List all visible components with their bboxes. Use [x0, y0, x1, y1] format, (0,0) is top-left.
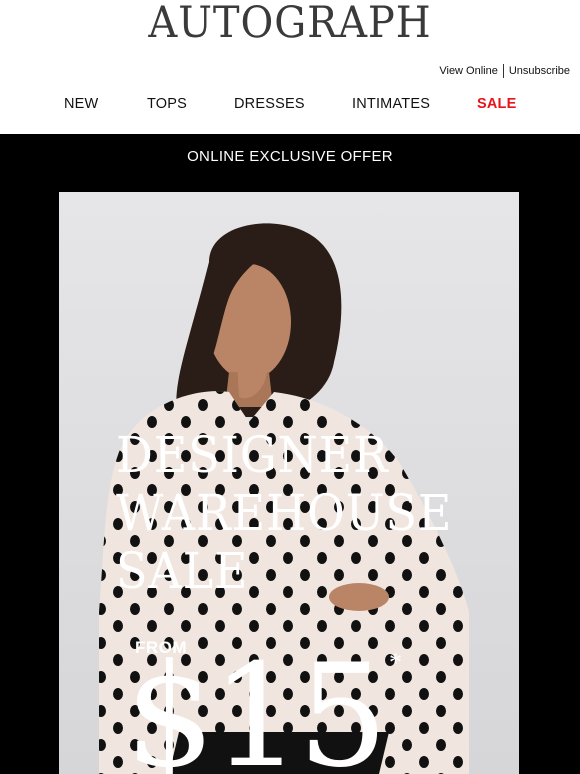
- hero-banner[interactable]: DESIGNER WAREHOUSE SALE FROM $15 *: [59, 192, 519, 774]
- view-online-link[interactable]: View Online: [439, 65, 498, 77]
- promo-section: ONLINE EXCLUSIVE OFFER DESIGNER WAREHOUS…: [0, 134, 580, 774]
- email-header: AUTOGRAPH View Online Unsubscribe NEW TO…: [0, 0, 580, 134]
- divider: [502, 64, 504, 78]
- price-amount: $15: [125, 634, 388, 774]
- nav-item-intimates[interactable]: INTIMATES: [352, 96, 430, 112]
- main-nav: NEW TOPS DRESSES INTIMATES SALE: [0, 96, 580, 116]
- nav-item-new[interactable]: NEW: [64, 96, 98, 112]
- headline-line: DESIGNER: [116, 426, 389, 484]
- sale-headline: DESIGNER WAREHOUSE SALE: [116, 426, 452, 600]
- nav-item-tops[interactable]: TOPS: [147, 96, 187, 112]
- headline-line: WAREHOUSE: [116, 484, 453, 542]
- unsubscribe-link[interactable]: Unsubscribe: [509, 65, 570, 77]
- price-asterisk: *: [389, 648, 402, 677]
- nav-item-sale[interactable]: SALE: [477, 96, 516, 112]
- nav-item-dresses[interactable]: DRESSES: [234, 96, 305, 112]
- utility-links: View Online Unsubscribe: [439, 63, 570, 79]
- brand-logo[interactable]: AUTOGRAPH: [20, 0, 559, 48]
- headline-line: SALE: [116, 542, 249, 600]
- offer-banner: ONLINE EXCLUSIVE OFFER: [187, 148, 393, 165]
